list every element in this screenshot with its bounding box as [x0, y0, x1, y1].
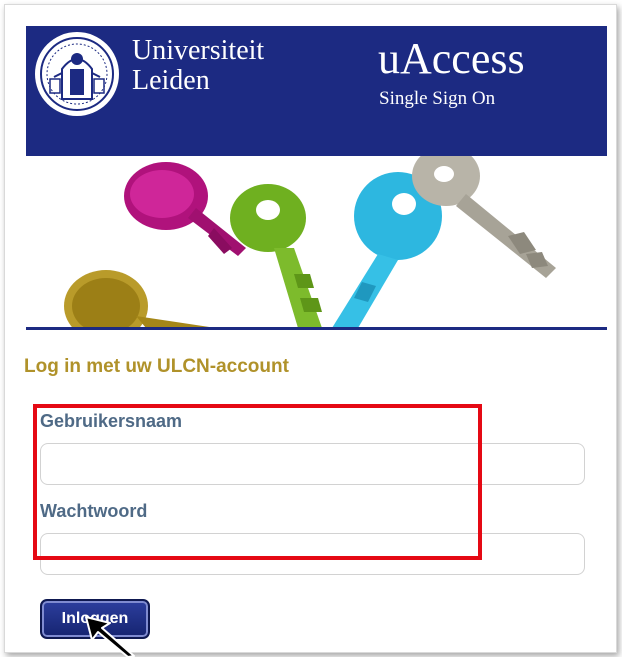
- login-heading: Log in met uw ULCN-account: [24, 356, 289, 377]
- password-label: Wachtwoord: [40, 501, 148, 521]
- username-label: Gebruikersnaam: [40, 411, 183, 431]
- gold-key: [64, 270, 216, 328]
- username-input[interactable]: [40, 443, 585, 485]
- site-header: Universiteit Leiden uAccess Single Sign …: [26, 26, 607, 156]
- university-name-line1: Universiteit: [132, 35, 265, 66]
- magenta-key: [124, 162, 246, 256]
- app-title: uAccess: [378, 34, 525, 83]
- university-name: Universiteit Leiden: [132, 36, 264, 96]
- banner-divider: [26, 327, 607, 330]
- keys-banner-image: [26, 156, 607, 328]
- login-button[interactable]: Inloggen: [40, 599, 150, 639]
- green-key: [230, 184, 322, 328]
- university-seal-icon: [35, 32, 119, 116]
- password-input[interactable]: [40, 533, 585, 575]
- university-name-line2: Leiden: [132, 65, 210, 96]
- app-subtitle: Single Sign On: [379, 88, 496, 109]
